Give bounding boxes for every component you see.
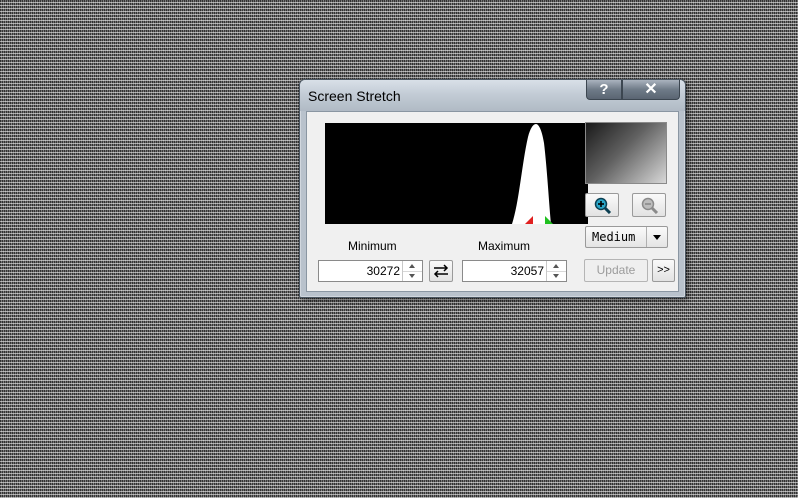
stretch-preset-value: Medium [592,230,636,244]
update-button[interactable]: Update [584,259,648,282]
minimum-marker-icon [525,216,533,224]
maximum-label: Maximum [478,239,531,253]
zoom-out-button[interactable] [632,193,666,217]
dialog-client-area: Medium Minimum Maximum 30272 32057 Updat… [306,111,679,292]
stretch-markers[interactable] [525,216,559,225]
zoom-out-icon [641,197,659,214]
title-bar[interactable]: Screen Stretch ? ✕ [300,80,685,111]
screen-stretch-dialog: Screen Stretch ? ✕ Medium Minimum Maximu… [299,79,686,298]
zoom-in-button[interactable] [585,193,619,217]
minimum-spin-arrows[interactable] [402,261,422,281]
histogram-peak [512,124,551,224]
help-button[interactable]: ? [586,80,622,100]
window-title: Screen Stretch [308,88,401,104]
zoom-in-icon [594,197,612,214]
spin-down-icon[interactable] [547,271,566,281]
maximum-spin-arrows[interactable] [546,261,566,281]
minimum-value[interactable]: 30272 [367,264,400,278]
chevron-down-icon[interactable] [646,227,667,247]
histogram-graphic [512,124,551,224]
maximum-marker-icon [545,216,553,224]
histogram-plot[interactable] [325,123,588,224]
stretch-preview-swatch [585,122,667,184]
expand-button[interactable]: >> [652,259,675,282]
spin-down-icon[interactable] [403,271,422,281]
maximum-value[interactable]: 32057 [511,264,544,278]
minimum-label: Minimum [348,239,397,253]
minimum-spinbox[interactable]: 30272 [318,260,423,282]
swap-arrows-icon [433,264,449,278]
close-button[interactable]: ✕ [622,80,680,100]
maximum-spinbox[interactable]: 32057 [462,260,567,282]
swap-min-max-button[interactable] [429,260,453,282]
stretch-preset-select[interactable]: Medium [585,226,668,248]
